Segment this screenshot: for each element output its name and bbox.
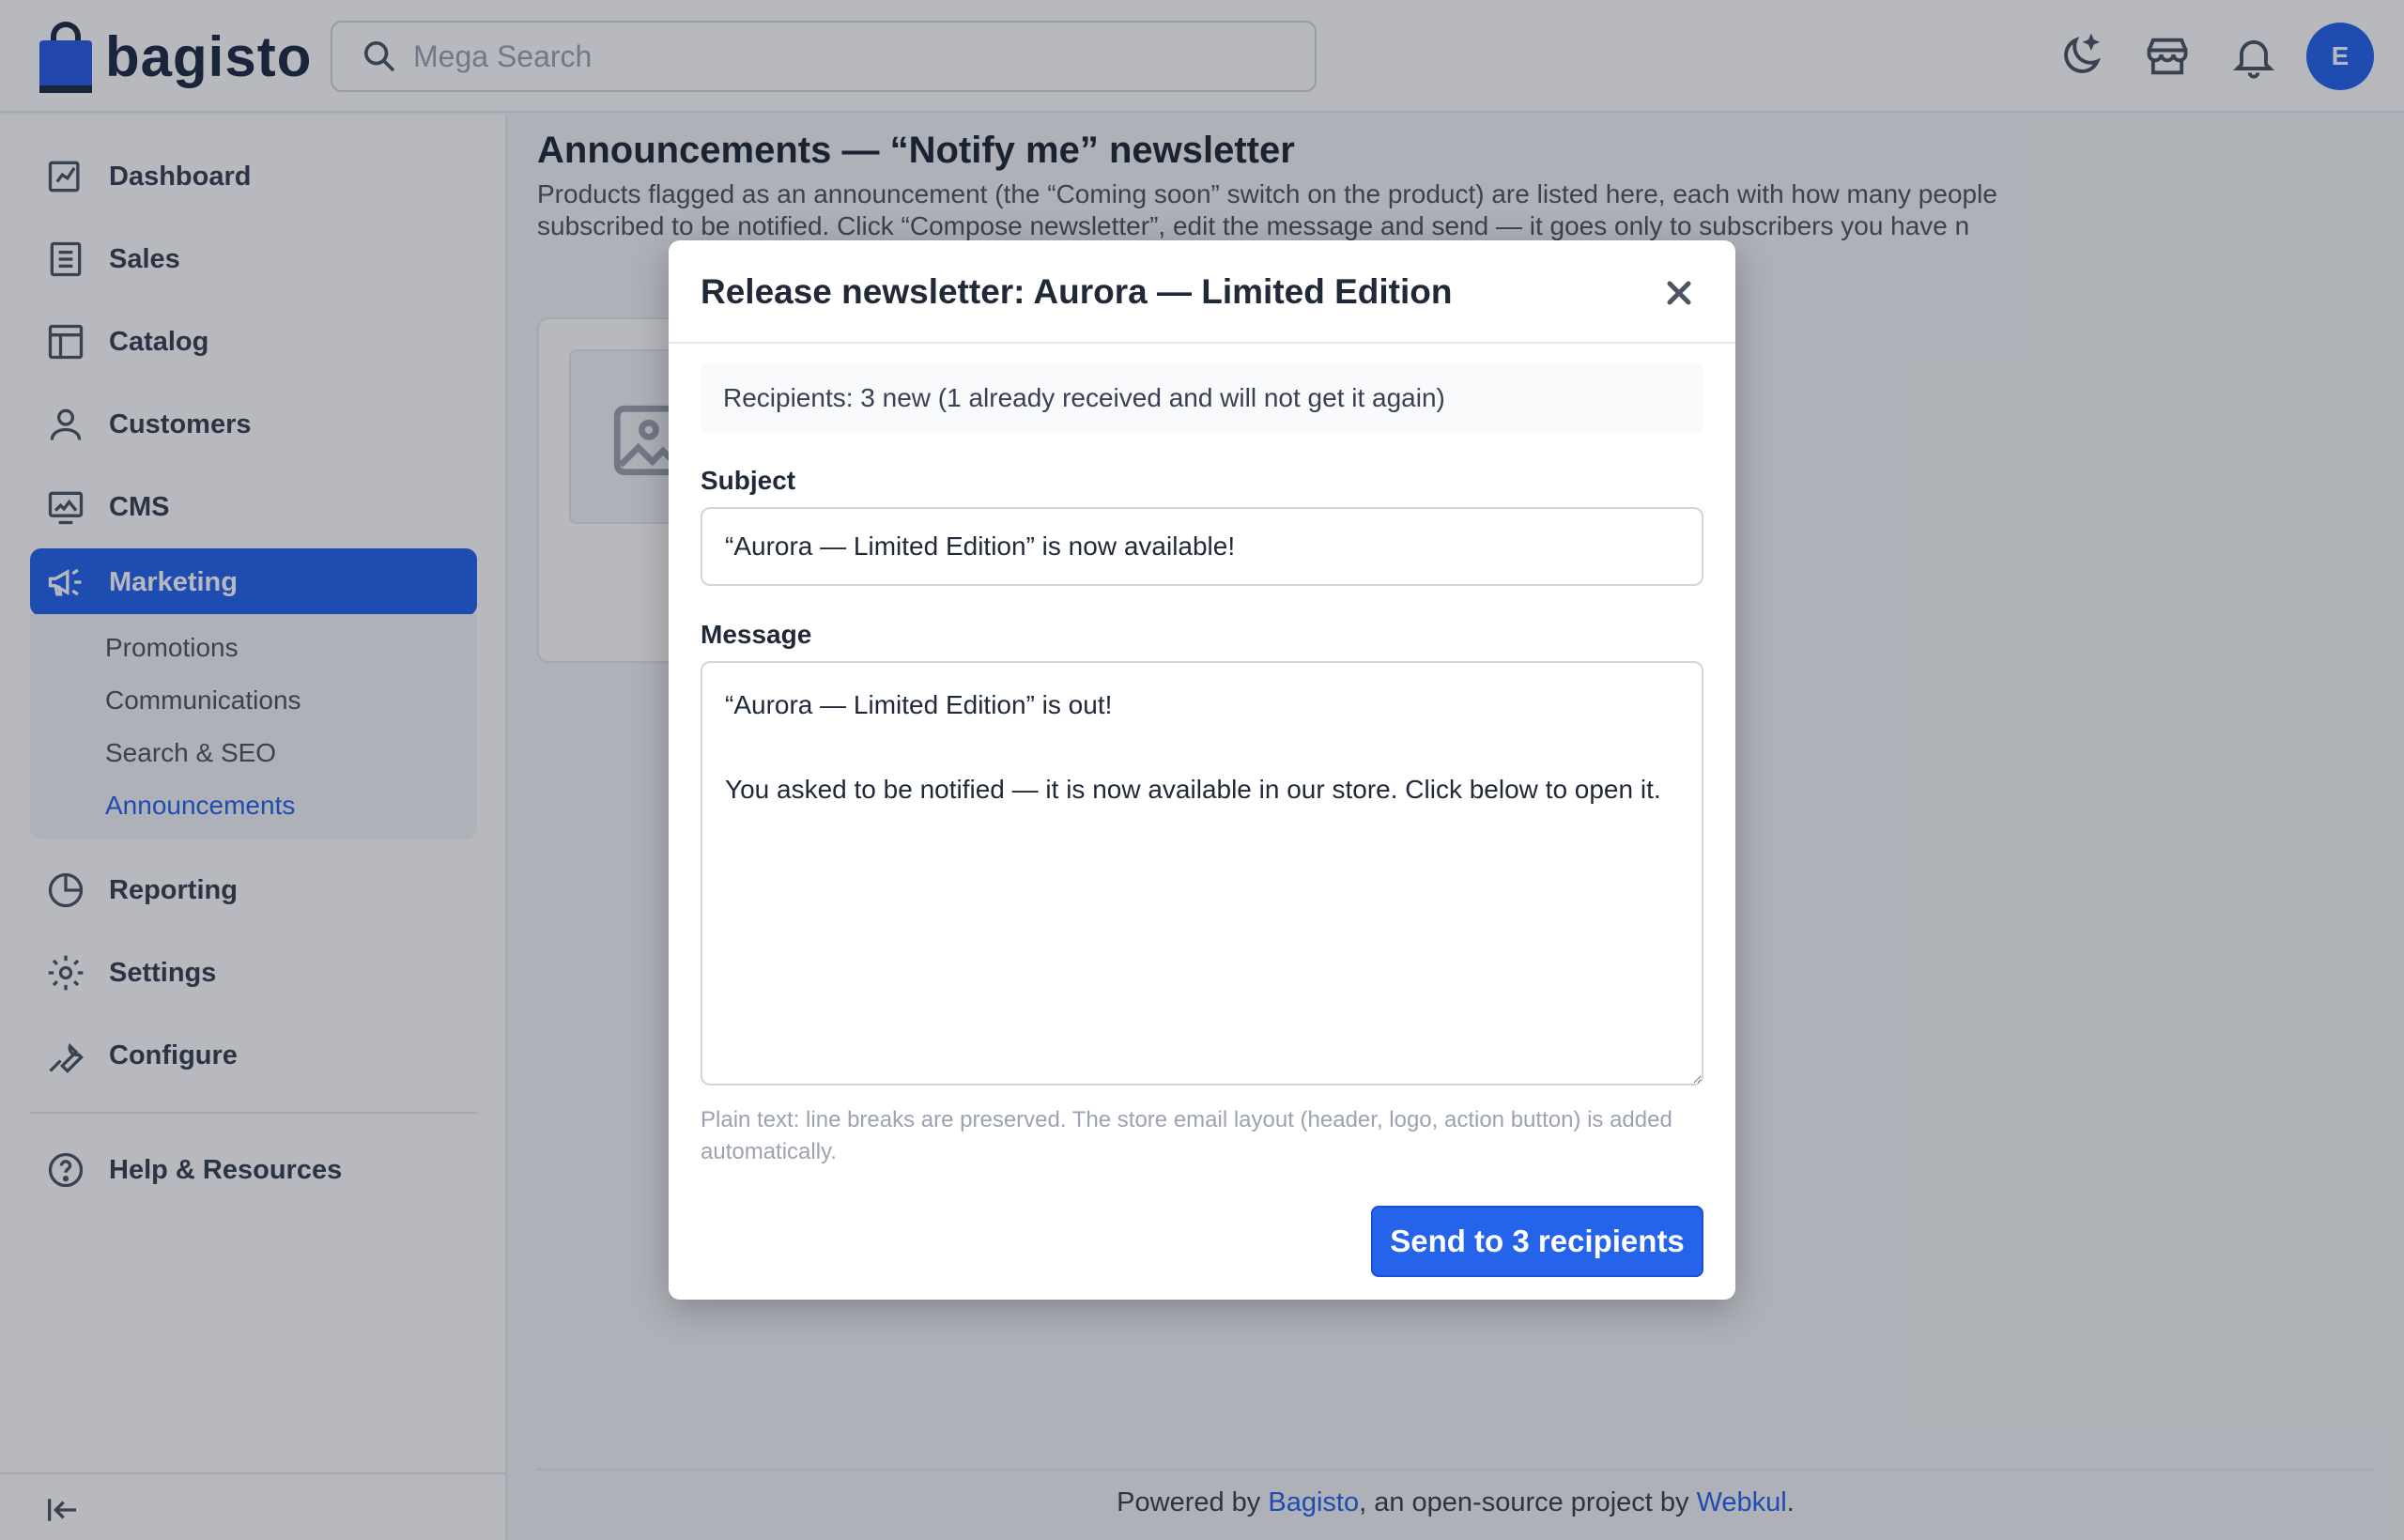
send-button[interactable]: Send to 3 recipients bbox=[1371, 1206, 1703, 1277]
subject-label: Subject bbox=[701, 466, 796, 495]
subject-input[interactable] bbox=[701, 507, 1703, 586]
recipients-info: Recipients: 3 new (1 already received an… bbox=[701, 364, 1703, 432]
message-label: Message bbox=[701, 620, 812, 649]
close-icon[interactable] bbox=[1660, 274, 1698, 312]
message-textarea[interactable]: “Aurora — Limited Edition” is out! You a… bbox=[701, 661, 1703, 1086]
modal-title: Release newsletter: Aurora — Limited Edi… bbox=[701, 272, 1453, 311]
message-hint: Plain text: line breaks are preserved. T… bbox=[701, 1107, 1672, 1164]
release-newsletter-modal: Release newsletter: Aurora — Limited Edi… bbox=[669, 240, 1735, 1300]
modal-header: Release newsletter: Aurora — Limited Edi… bbox=[669, 240, 1735, 344]
